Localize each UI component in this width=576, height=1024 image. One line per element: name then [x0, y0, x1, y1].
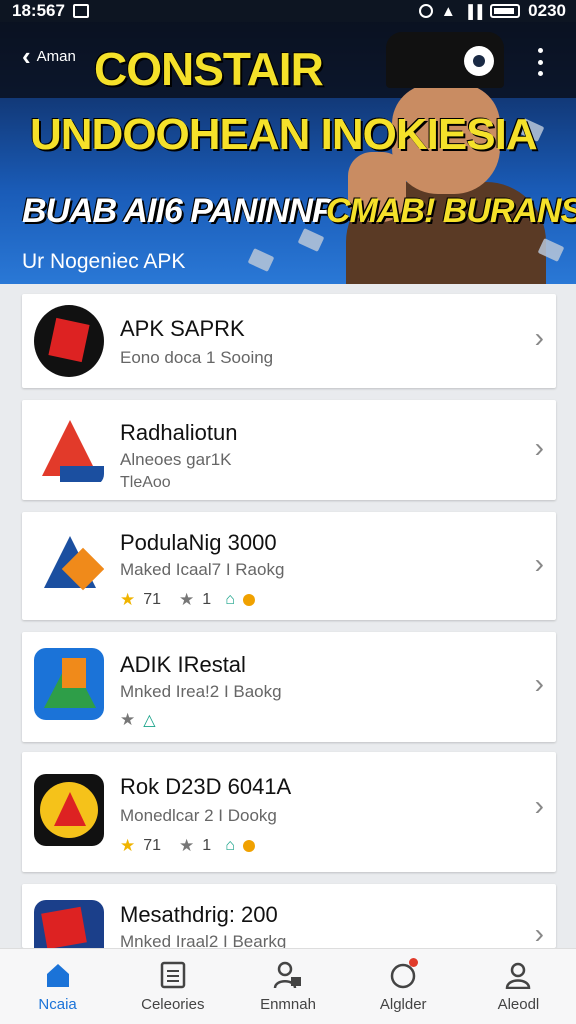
banner-title: CONSTAIR — [94, 43, 324, 95]
app-subtitle: Alneoes gar1K — [120, 450, 232, 469]
app-subtitle: Mnked Irea!2 I Baokg — [120, 682, 282, 701]
profile-icon — [503, 960, 533, 990]
nav-profile[interactable]: Aleodl — [461, 949, 576, 1024]
star-outline-icon: ★ — [179, 836, 195, 855]
app-name: Mesathdrig: 200 — [120, 902, 278, 927]
nav-home[interactable]: Ncaia — [0, 949, 115, 1024]
app-name: PodulaNig 3000 — [120, 530, 277, 555]
card-decoration — [297, 228, 325, 252]
banner-title-line2: UNDOOHEAN INOKIESIA — [30, 110, 538, 159]
back-button[interactable]: ‹ Aman — [22, 41, 76, 71]
card-decoration — [247, 248, 275, 272]
app-icon — [34, 528, 104, 600]
rating-row: ★ 71 ★ 1 ⌂ — [120, 590, 255, 610]
status-time: 18:567 — [12, 1, 65, 20]
battery-text: 0230 — [528, 1, 566, 20]
star-outline-icon: ★ — [179, 590, 195, 609]
nav-account[interactable]: Enmnah — [230, 949, 345, 1024]
banner-title-line3: BUAB AII6 PANINNP — [22, 192, 335, 230]
banner-subtitle: Ur Nogeniec APK — [22, 250, 186, 273]
chevron-right-icon: › — [534, 548, 544, 579]
coin-icon — [242, 594, 255, 606]
back-label: Aman — [36, 47, 76, 65]
nav-label: Enmnah — [260, 996, 316, 1013]
user-lock-icon — [273, 960, 303, 990]
nav-label: Aleodl — [497, 996, 540, 1013]
list-item[interactable]: Mesathdrig: 200 Mnked Iraal2 I Bearkg › — [22, 884, 556, 951]
list-icon — [158, 960, 188, 990]
nav-categories[interactable]: Celeories — [115, 949, 230, 1024]
app-subtitle: Monedlcar 2 I Dookg — [120, 806, 277, 825]
bottom-navigation: Ncaia Celeories Enmnah Alglder Aleodl — [0, 948, 576, 1024]
app-name: Radhaliotun — [120, 420, 238, 445]
list-item[interactable]: Radhaliotun Alneoes gar1K TleAoo › — [22, 400, 556, 500]
app-name: APK SAPRK — [120, 316, 245, 341]
rating-count: 1 — [202, 591, 212, 608]
star-icon: ★ — [120, 836, 136, 855]
app-icon — [34, 648, 104, 720]
more-options-icon[interactable] — [536, 48, 544, 76]
app-icon — [34, 414, 104, 486]
chevron-right-icon: › — [534, 668, 544, 699]
list-item[interactable]: Rok D23D 6041A Monedlcar 2 I Dookg ★ 71 … — [22, 752, 556, 872]
notification-icon — [388, 958, 419, 990]
status-bar: 18:567 ▲ ▐▐ 0230 — [0, 0, 576, 22]
chevron-right-icon: › — [534, 322, 544, 353]
app-name: Rok D23D 6041A — [120, 774, 292, 799]
chevron-left-icon: ‹ — [22, 41, 31, 71]
notification-icon — [72, 4, 89, 18]
vibrate-icon — [418, 4, 433, 18]
battery-icon — [490, 4, 521, 18]
app-name: ADIK IRestal — [120, 652, 246, 677]
app-icon — [34, 305, 104, 377]
list-item[interactable]: APK SAPRK Eono doca 1 Sooing › — [22, 294, 556, 388]
nav-notifications[interactable]: Alglder — [346, 949, 461, 1024]
coin-icon — [242, 840, 255, 852]
star-outline-icon: ★ — [120, 710, 136, 729]
rating-row: ★ 71 ★ 1 ⌂ — [120, 836, 255, 856]
app-subtitle: Eono doca 1 Sooing — [120, 348, 274, 367]
list-item[interactable]: ADIK IRestal Mnked Irea!2 I Baokg ★ △ › — [22, 632, 556, 742]
chevron-right-icon: › — [534, 790, 544, 821]
download-icon: ⌂ — [225, 837, 235, 854]
home-icon — [43, 960, 73, 990]
wifi-icon: ▲ — [440, 2, 456, 20]
star-icon: ★ — [120, 590, 136, 609]
rating-value: 71 — [143, 837, 162, 854]
download-icon: ⌂ — [225, 591, 235, 608]
app-subtitle-secondary: TleAoo — [120, 474, 171, 491]
rating-count: 1 — [202, 837, 212, 854]
chevron-right-icon: › — [534, 918, 544, 949]
rating-value: 71 — [143, 591, 162, 608]
download-icon: △ — [143, 712, 156, 729]
app-banner: ‹ Aman CONSTAIR UNDOOHEAN INOKIESIA BUAB… — [0, 22, 576, 284]
app-subtitle: Maked Icaal7 I Raokg — [120, 560, 285, 579]
signal-icon: ▐▐ — [463, 3, 483, 19]
rating-row: ★ △ — [120, 710, 156, 730]
nav-label: Alglder — [379, 996, 427, 1013]
chevron-right-icon: › — [534, 432, 544, 463]
banner-title-line3-highlight: CMAB! BURANS — [326, 192, 576, 230]
share-icon[interactable] — [464, 46, 494, 76]
list-item[interactable]: PodulaNig 3000 Maked Icaal7 I Raokg ★ 71… — [22, 512, 556, 620]
app-icon — [34, 774, 104, 846]
nav-label: Ncaia — [38, 996, 77, 1013]
nav-label: Celeories — [141, 996, 205, 1013]
app-icon — [34, 900, 104, 948]
